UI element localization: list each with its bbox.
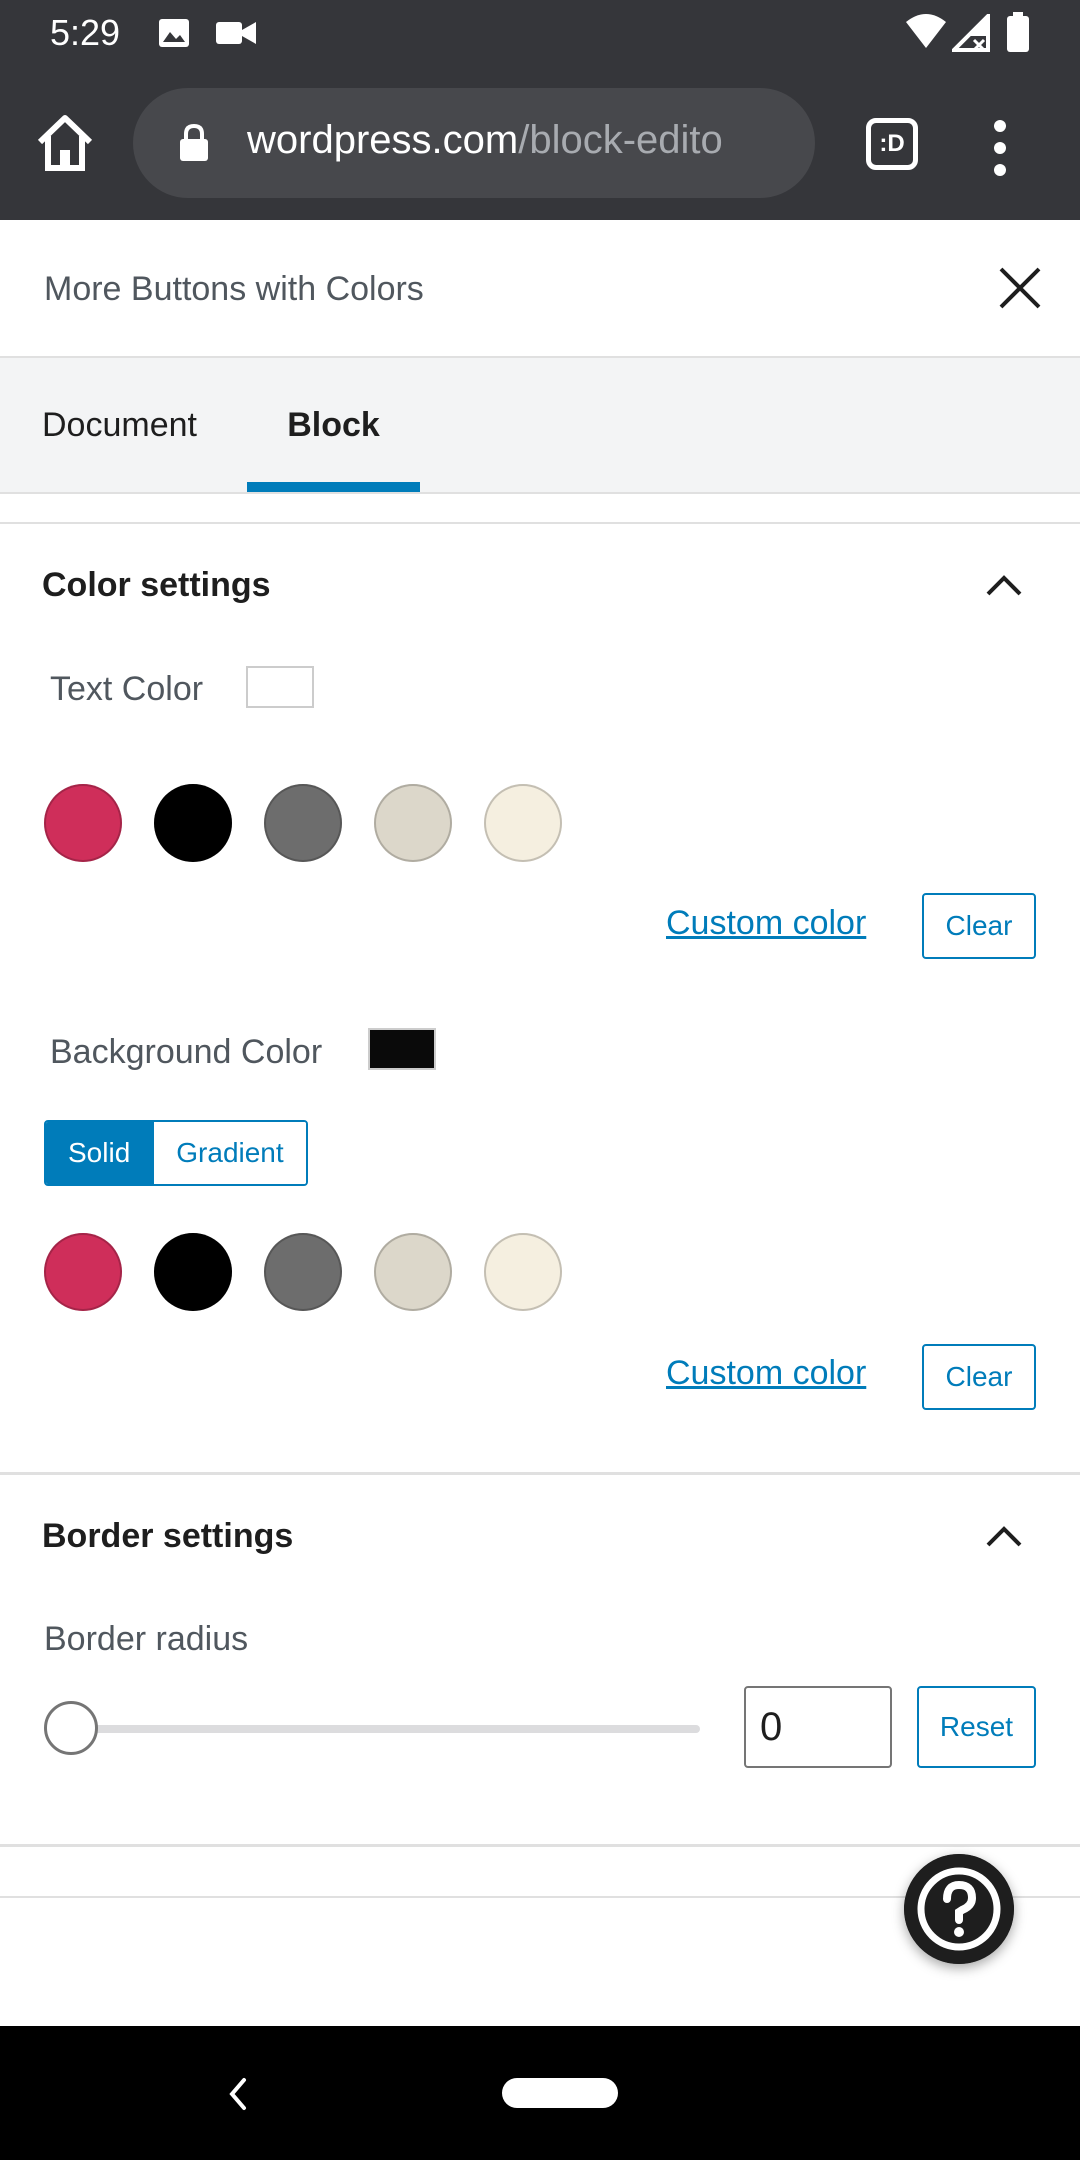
- chevron-up-icon[interactable]: [984, 1523, 1024, 1549]
- tab-block[interactable]: Block: [247, 358, 420, 492]
- close-icon[interactable]: [998, 266, 1042, 310]
- bg-color-swatch-red[interactable]: [44, 1233, 122, 1311]
- wifi-icon: [906, 14, 946, 48]
- text-color-swatch-black[interactable]: [154, 784, 232, 862]
- sidebar-header: More Buttons with Colors: [0, 220, 1080, 358]
- text-color-swatch-red[interactable]: [44, 784, 122, 862]
- color-settings-title[interactable]: Color settings: [42, 566, 271, 605]
- color-mode-toggle: Solid Gradient: [44, 1120, 308, 1186]
- back-icon[interactable]: [226, 2074, 250, 2114]
- text-color-label: Text Color: [50, 670, 204, 708]
- text-color-clear-button[interactable]: Clear: [922, 893, 1036, 959]
- text-custom-color-link[interactable]: Custom color: [666, 904, 866, 943]
- battery-icon: [1007, 12, 1029, 52]
- lock-icon: [180, 124, 208, 161]
- border-radius-slider-handle[interactable]: [44, 1701, 98, 1755]
- bg-color-swatch-gray[interactable]: [264, 1233, 342, 1311]
- bg-color-swatch-black[interactable]: [154, 1233, 232, 1311]
- address-bar[interactable]: wordpress.com/block-edito: [133, 88, 815, 198]
- border-radius-slider-track[interactable]: [70, 1725, 700, 1733]
- help-icon[interactable]: [904, 1854, 1014, 1964]
- sidebar-tabs: Document Block: [0, 358, 1080, 494]
- status-time: 5:29: [50, 12, 121, 53]
- border-radius-label: Border radius: [44, 1620, 249, 1658]
- active-tab-indicator: [247, 482, 420, 492]
- text-color-indicator: [246, 666, 314, 708]
- bg-color-swatch-beige[interactable]: [374, 1233, 452, 1311]
- browser-toolbar: wordpress.com/block-edito :D: [0, 66, 1080, 220]
- section-divider: [0, 1472, 1080, 1475]
- solid-button[interactable]: Solid: [46, 1122, 153, 1184]
- bg-color-clear-button[interactable]: Clear: [922, 1344, 1036, 1410]
- block-title: More Buttons with Colors: [44, 270, 424, 308]
- background-color-indicator: [368, 1028, 436, 1070]
- signal-icon: [952, 14, 990, 52]
- tab-block-label: Block: [287, 406, 380, 444]
- url-host: wordpress.com: [247, 118, 519, 162]
- video-camera-icon: [216, 22, 256, 44]
- status-bar: 5:29: [0, 0, 1080, 66]
- text-color-swatch-gray[interactable]: [264, 784, 342, 862]
- more-vertical-icon[interactable]: [986, 118, 1014, 178]
- home-pill-button[interactable]: [502, 2078, 618, 2108]
- section-divider: [0, 1844, 1080, 1847]
- url-text[interactable]: wordpress.com/block-edito: [247, 118, 807, 163]
- url-path: /block-edito: [518, 118, 723, 162]
- bg-custom-color-link[interactable]: Custom color: [666, 1354, 866, 1393]
- chevron-up-icon[interactable]: [984, 572, 1024, 598]
- gradient-button[interactable]: Gradient: [152, 1122, 306, 1184]
- divider: [0, 522, 1080, 524]
- tab-switcher-icon[interactable]: :D: [866, 118, 918, 170]
- border-settings-title[interactable]: Border settings: [42, 1517, 293, 1556]
- bg-color-swatch-cream[interactable]: [484, 1233, 562, 1311]
- border-radius-input[interactable]: 0: [744, 1686, 892, 1768]
- background-color-label: Background Color: [50, 1033, 323, 1071]
- home-icon[interactable]: [30, 108, 100, 178]
- text-color-swatch-beige[interactable]: [374, 784, 452, 862]
- tab-document[interactable]: Document: [42, 358, 197, 492]
- border-radius-reset-button[interactable]: Reset: [917, 1686, 1036, 1768]
- text-color-swatch-cream[interactable]: [484, 784, 562, 862]
- image-icon: [159, 19, 189, 47]
